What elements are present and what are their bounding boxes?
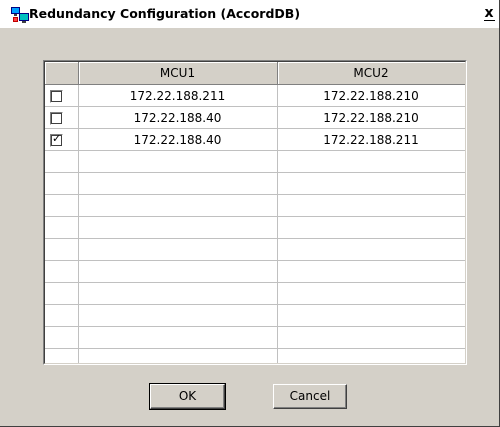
cancel-button[interactable]: Cancel <box>273 384 347 409</box>
column-header-mcu1[interactable]: MCU1 <box>78 62 278 85</box>
empty-cell <box>277 304 465 327</box>
ok-button[interactable]: OK <box>149 383 226 410</box>
empty-cell <box>277 216 465 239</box>
empty-cell <box>78 150 278 173</box>
row-checkbox[interactable]: ✓ <box>50 131 63 147</box>
row-checkbox-cell[interactable]: ✓ <box>45 128 79 151</box>
title-bar[interactable]: Redundancy Configuration (AccordDB) x <box>0 0 499 28</box>
empty-cell <box>78 304 278 327</box>
mcu1-cell: 172.22.188.40 <box>78 128 278 151</box>
table-row[interactable]: ✓ 172.22.188.40 172.22.188.211 <box>45 128 465 151</box>
mcu2-cell: 172.22.188.210 <box>277 106 465 129</box>
empty-cell <box>45 282 79 305</box>
empty-cell <box>45 216 79 239</box>
empty-cell <box>78 216 278 239</box>
empty-cell <box>277 172 465 195</box>
empty-table-row[interactable] <box>45 216 465 239</box>
empty-cell <box>45 150 79 173</box>
empty-cell <box>45 238 79 261</box>
empty-cell <box>277 260 465 283</box>
network-computers-icon <box>11 6 29 24</box>
empty-cell <box>78 348 278 363</box>
redundancy-configuration-dialog: Redundancy Configuration (AccordDB) x MC… <box>0 0 500 427</box>
empty-table-row[interactable] <box>45 150 465 173</box>
empty-table-row[interactable] <box>45 282 465 305</box>
empty-cell <box>45 194 79 217</box>
empty-cell <box>78 172 278 195</box>
empty-cell <box>45 260 79 283</box>
empty-table-row[interactable] <box>45 326 465 349</box>
empty-table-row[interactable] <box>45 238 465 261</box>
header-row: MCU1 MCU2 <box>45 62 465 85</box>
row-checkbox-cell[interactable] <box>45 106 79 129</box>
empty-cell <box>45 348 79 363</box>
column-header-mcu2[interactable]: MCU2 <box>277 62 465 85</box>
row-checkbox-cell[interactable] <box>45 84 79 107</box>
empty-cell <box>45 172 79 195</box>
row-checkbox[interactable] <box>50 89 63 103</box>
empty-cell <box>78 238 278 261</box>
row-checkbox[interactable] <box>50 111 63 125</box>
empty-cell <box>78 326 278 349</box>
empty-cell <box>45 304 79 327</box>
empty-cell <box>277 326 465 349</box>
mcu1-cell: 172.22.188.40 <box>78 106 278 129</box>
mcu2-cell: 172.22.188.210 <box>277 84 465 107</box>
empty-cell <box>277 348 465 363</box>
empty-table-row[interactable] <box>45 304 465 327</box>
table-row[interactable]: 172.22.188.211 172.22.188.210 <box>45 84 465 107</box>
empty-cell <box>45 326 79 349</box>
redundancy-grid: MCU1 MCU2 172.22.188.211 172.22.188.210 <box>43 60 467 365</box>
empty-cell <box>277 238 465 261</box>
empty-cell <box>78 194 278 217</box>
empty-cell <box>277 194 465 217</box>
column-header-select[interactable] <box>45 62 79 85</box>
mcu1-cell: 172.22.188.211 <box>78 84 278 107</box>
check-mark-icon: ✓ <box>52 131 62 145</box>
table-row[interactable]: 172.22.188.40 172.22.188.210 <box>45 106 465 129</box>
empty-table-row[interactable] <box>45 194 465 217</box>
empty-table-row[interactable] <box>45 348 465 363</box>
empty-cell <box>78 260 278 283</box>
empty-cell <box>277 282 465 305</box>
empty-table-row[interactable] <box>45 172 465 195</box>
close-button[interactable]: x <box>481 4 497 22</box>
empty-cell <box>277 150 465 173</box>
redundancy-table: MCU1 MCU2 172.22.188.211 172.22.188.210 <box>45 62 465 363</box>
dialog-title: Redundancy Configuration (AccordDB) <box>29 6 301 21</box>
empty-table-row[interactable] <box>45 260 465 283</box>
empty-cell <box>78 282 278 305</box>
mcu2-cell: 172.22.188.211 <box>277 128 465 151</box>
grid-viewport: MCU1 MCU2 172.22.188.211 172.22.188.210 <box>44 61 466 364</box>
